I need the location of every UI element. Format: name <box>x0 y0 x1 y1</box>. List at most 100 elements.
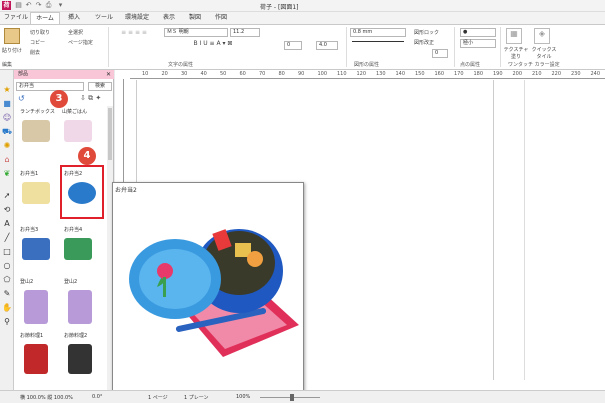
part-label: お節料理2 <box>64 333 88 339</box>
pen-tool-icon[interactable]: ✎ <box>1 288 13 299</box>
tab-drafting[interactable]: 製図 <box>186 12 204 24</box>
panel-scrollbar-thumb[interactable] <box>108 108 112 160</box>
house-icon[interactable]: ⌂ <box>1 154 13 165</box>
panel-close-icon[interactable]: ✕ <box>106 70 111 79</box>
texture-button[interactable]: テクスチャ塗り <box>502 46 530 60</box>
print-icon[interactable]: ⎙ <box>44 1 53 10</box>
star-icon[interactable]: ★ <box>1 84 13 95</box>
ruler-tick-label: 90 <box>298 71 305 77</box>
paste-icon[interactable] <box>4 28 20 44</box>
font-name-select[interactable]: ＭＳ 明朝 <box>164 28 228 37</box>
zoom-slider-thumb[interactable] <box>290 394 294 401</box>
ruler-tick-label: 80 <box>278 71 285 77</box>
tab-tools[interactable]: ツール <box>92 12 116 24</box>
ruler-tick-label: 60 <box>239 71 246 77</box>
part-thumbnail-bento1[interactable] <box>22 182 50 204</box>
app-icon[interactable]: 荷 <box>2 1 11 10</box>
part-label: お弁当1 <box>20 171 39 177</box>
cut-button[interactable]: 切り取り <box>30 29 50 36</box>
ruler-tick-label: 170 <box>454 71 464 77</box>
ribbon-separator <box>454 27 455 67</box>
ruler-tick-label: 100 <box>317 71 328 77</box>
tool-strip: ★ ■ ☺ ⛟ ✺ ⌂ ❦ ➚ ⟲ A ╱ □ ○ ⬠ ✎ ✋ ⚲ <box>0 70 14 403</box>
undo-icon[interactable]: ↶ <box>24 1 33 10</box>
scale-readout: 横 100.0% 縦 100.0% <box>20 395 73 401</box>
ruler-tick-label: 190 <box>493 71 503 77</box>
ruler-tick-label: 20 <box>161 71 168 77</box>
shape-lock-button[interactable]: 図形ロック <box>414 29 439 36</box>
redo-icon[interactable]: ↷ <box>34 1 43 10</box>
part-thumbnail-hiker2[interactable] <box>68 290 92 324</box>
clear-button[interactable]: 削去 <box>30 49 40 56</box>
part-preview-popup: お弁当2 <box>112 182 304 392</box>
ruler-tick-label: 140 <box>395 71 406 77</box>
quick-access-menu-icon[interactable]: ▾ <box>56 1 65 10</box>
part-label: 登山2 <box>64 279 78 285</box>
part-label: 山菜ごはん <box>62 109 88 115</box>
pointer-icon[interactable]: ➚ <box>1 190 13 201</box>
copy-button[interactable]: コピー <box>30 39 45 46</box>
car-icon[interactable]: ⛟ <box>1 126 13 137</box>
paste-button[interactable]: 貼り付け <box>2 47 22 54</box>
point-shape-select[interactable]: ● <box>460 28 496 37</box>
save-icon[interactable]: ▤ <box>14 1 23 10</box>
ellipse-tool-icon[interactable]: ○ <box>1 260 13 271</box>
polygon-tool-icon[interactable]: ⬠ <box>1 274 13 285</box>
part-thumbnail-bento4[interactable] <box>64 238 92 260</box>
step-callout-3: 3 <box>50 90 68 108</box>
ruler-tick-label: 240 <box>590 71 601 77</box>
char-spacing-input[interactable]: 0 <box>284 41 302 50</box>
rotate-icon[interactable]: ⟲ <box>1 204 13 215</box>
shape-number-input[interactable]: 0 <box>432 49 448 58</box>
hand-tool-icon[interactable]: ✋ <box>1 302 13 313</box>
part-thumbnail-lunchbox[interactable] <box>22 120 50 142</box>
rect-tool-icon[interactable]: □ <box>1 246 13 257</box>
back-icon[interactable]: ↺ <box>18 94 25 103</box>
plane-indicator[interactable]: 1 プレーン <box>184 394 209 401</box>
tab-file[interactable]: ファイル <box>4 12 28 24</box>
point-size-select[interactable]: 極小 <box>460 39 496 48</box>
zoom-tool-icon[interactable]: ⚲ <box>1 316 13 327</box>
tab-view[interactable]: 表示 <box>160 12 178 24</box>
tab-preferences[interactable]: 環境設定 <box>120 12 154 24</box>
texture-icon[interactable]: ▦ <box>506 28 522 44</box>
ribbon: 貼り付け 切り取り コピー 削去 全選択 ページ指定 編集 ≡ ≡ ≡ ≡ ＭＳ… <box>0 24 605 70</box>
parts-search-button[interactable]: 検索 <box>88 82 112 91</box>
ribbon-separator <box>500 27 501 67</box>
shape-edit-button[interactable]: 図形改正 <box>414 39 434 46</box>
part-thumbnail-hiker1[interactable] <box>24 290 48 324</box>
quick-style-icon[interactable]: ◈ <box>534 28 550 44</box>
font-size-select[interactable]: 11.2 <box>230 28 260 37</box>
tab-drawing[interactable]: 作図 <box>212 12 230 24</box>
line-style-preview[interactable] <box>352 41 404 42</box>
line-width-select[interactable]: 0.8 mm <box>350 28 406 37</box>
part-thumbnail-osechi1[interactable] <box>24 344 48 374</box>
ruler-tick-label: 10 <box>142 71 149 77</box>
text-tool-icon[interactable]: A <box>1 218 13 229</box>
leaf-icon[interactable]: ❦ <box>1 168 13 179</box>
align-icons[interactable]: ≡ ≡ ≡ ≡ <box>114 29 154 38</box>
panel-action-icons[interactable]: ⇩ ⧉ ✦ <box>80 94 101 103</box>
people-icon[interactable]: ☺ <box>1 112 13 123</box>
ruler-tick-label: 210 <box>532 71 542 77</box>
part-thumbnail-osechi2[interactable] <box>68 344 92 374</box>
quick-style-button[interactable]: クイックスタイル <box>530 46 558 60</box>
bento-lid-inner <box>139 249 211 309</box>
tab-home[interactable]: ホーム <box>30 12 60 24</box>
parts-search-input[interactable]: お弁当 <box>16 82 84 91</box>
text-group-label: 文字の属性 <box>168 62 194 68</box>
part-thumbnail-sansai[interactable] <box>64 120 92 142</box>
part-thumbnail-bento2[interactable] <box>68 182 96 204</box>
sun-icon[interactable]: ✺ <box>1 140 13 151</box>
bento-illustration <box>129 229 299 357</box>
part-thumbnail-bento3[interactable] <box>22 238 50 260</box>
page-indicator[interactable]: 1 ページ <box>148 394 168 401</box>
line-tool-icon[interactable]: ╱ <box>1 232 13 243</box>
select-all-button[interactable]: 全選択 <box>68 29 83 36</box>
font-style-icons[interactable]: B I U ≡ A ▾ ⊠ <box>168 40 258 49</box>
line-spacing-input[interactable]: 4.0 <box>316 41 338 50</box>
tab-insert[interactable]: 挿入 <box>64 12 84 24</box>
page-spec-button[interactable]: ページ指定 <box>68 39 93 46</box>
parts-panel-title: 部品 <box>14 70 114 79</box>
blue-square-icon[interactable]: ■ <box>1 98 13 109</box>
